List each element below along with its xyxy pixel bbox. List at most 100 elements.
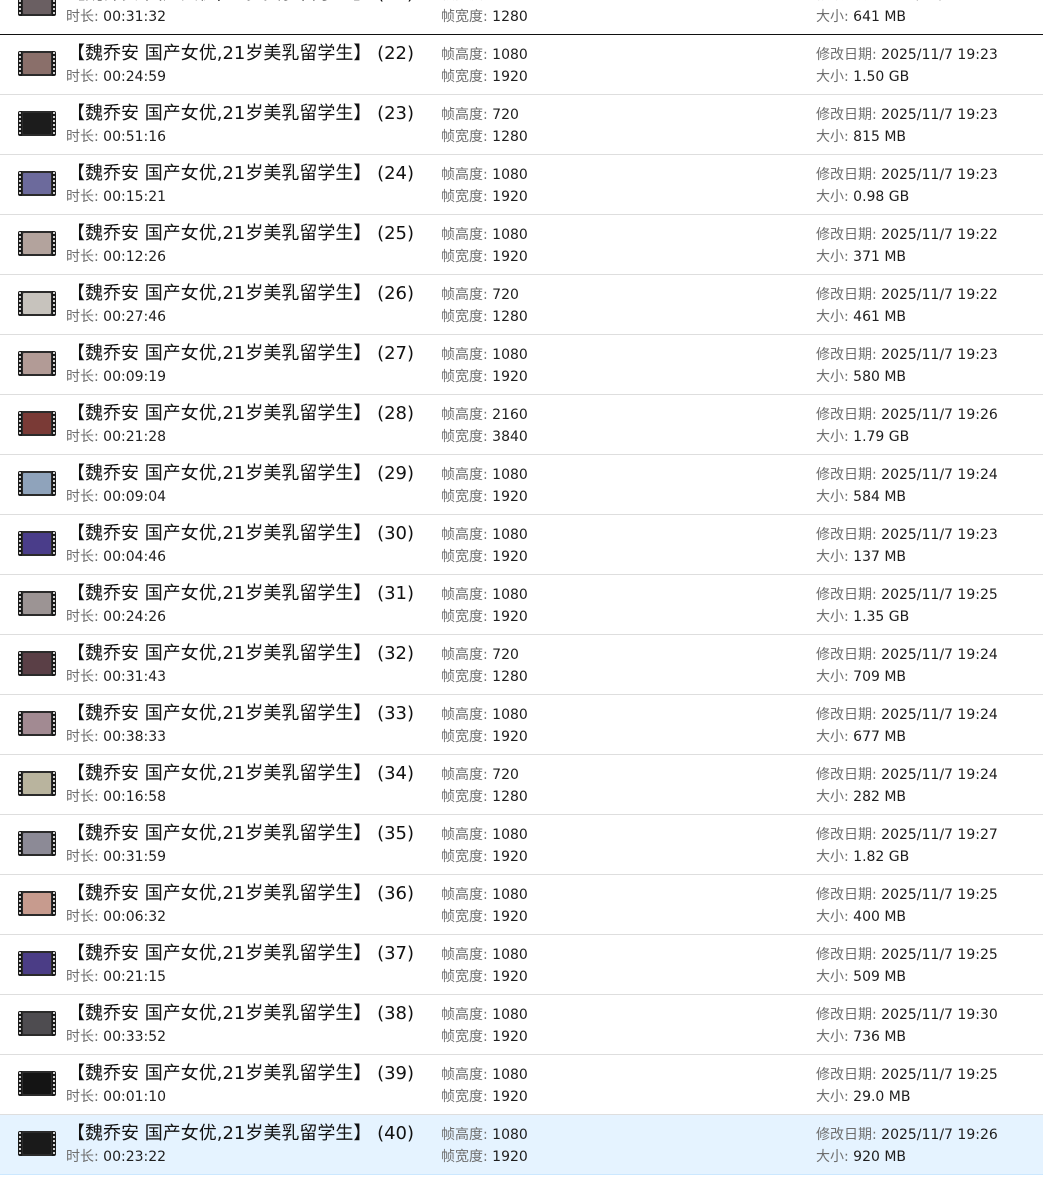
- video-frame: [23, 233, 51, 254]
- video-thumbnail-icon: [18, 1011, 56, 1036]
- frame-width-value: 1280: [492, 309, 528, 325]
- frame-height-value: 2160: [492, 407, 528, 423]
- frame-height-value: 1080: [492, 587, 528, 603]
- file-size-field: 大小: 400 MB: [816, 908, 906, 926]
- frame-height-label: 帧高度:: [441, 587, 493, 603]
- file-row[interactable]: 【魏乔安 国产女优,21岁美乳留学生】 (40) 时长: 00:23:22 帧高度:…: [0, 1115, 1043, 1175]
- video-thumbnail-icon: [18, 711, 56, 736]
- file-size-field: 大小: 584 MB: [816, 488, 906, 506]
- duration-label: 时长:: [66, 909, 104, 925]
- file-row[interactable]: 【魏乔安 国产女优,21岁美乳留学生】 (21) 时长: 00:31:32 帧高度:…: [0, 0, 1043, 35]
- modified-date-value: 2025/11/7 19:24: [881, 647, 998, 663]
- modified-date-value: 2025/11/7 19:25: [881, 947, 998, 963]
- modified-date-field: 修改日期: 2025/11/7 19:23: [816, 526, 998, 544]
- modified-date-label: 修改日期:: [816, 647, 882, 663]
- modified-date-field: 修改日期: 2025/11/7 19:22: [816, 226, 998, 244]
- frame-width-label: 帧宽度:: [441, 1089, 493, 1105]
- video-thumbnail-icon: [18, 231, 56, 256]
- file-row[interactable]: 【魏乔安 国产女优,21岁美乳留学生】 (26) 时长: 00:27:46 帧高度:…: [0, 275, 1043, 335]
- file-row[interactable]: 【魏乔安 国产女优,21岁美乳留学生】 (31) 时长: 00:24:26 帧高度:…: [0, 575, 1043, 635]
- file-row[interactable]: 【魏乔安 国产女优,21岁美乳留学生】 (33) 时长: 00:38:33 帧高度:…: [0, 695, 1043, 755]
- frame-width-label: 帧宽度:: [441, 729, 493, 745]
- file-row[interactable]: 【魏乔安 国产女优,21岁美乳留学生】 (29) 时长: 00:09:04 帧高度:…: [0, 455, 1043, 515]
- file-row[interactable]: 【魏乔安 国产女优,21岁美乳留学生】 (24) 时长: 00:15:21 帧高度:…: [0, 155, 1043, 215]
- file-name: 【魏乔安 国产女优,21岁美乳留学生】 (30): [67, 523, 415, 544]
- frame-height-value: 1080: [492, 227, 528, 243]
- frame-height-field: 帧高度: 1080: [441, 586, 528, 604]
- duration-label: 时长:: [66, 609, 104, 625]
- frame-width-label: 帧宽度:: [441, 1029, 493, 1045]
- duration-field: 时长: 00:23:22: [66, 1148, 166, 1166]
- frame-width-label: 帧宽度:: [441, 369, 493, 385]
- duration-value: 00:33:52: [103, 1029, 167, 1045]
- video-frame: [23, 533, 51, 554]
- file-size-label: 大小:: [816, 849, 854, 865]
- frame-width-value: 1920: [492, 189, 528, 205]
- file-row[interactable]: 【魏乔安 国产女优,21岁美乳留学生】 (36) 时长: 00:06:32 帧高度:…: [0, 875, 1043, 935]
- modified-date-field: 修改日期: 2025/11/7 19:24: [816, 466, 998, 484]
- duration-value: 00:21:28: [103, 429, 167, 445]
- frame-width-value: 1920: [492, 729, 528, 745]
- duration-label: 时长:: [66, 1089, 104, 1105]
- video-thumbnail-icon: [18, 891, 56, 916]
- frame-height-value: 720: [492, 767, 519, 783]
- frame-width-field: 帧宽度: 1920: [441, 608, 528, 626]
- frame-height-field: 帧高度: 1080: [441, 946, 528, 964]
- video-thumbnail-icon: [18, 951, 56, 976]
- file-size-field: 大小: 0.98 GB: [816, 188, 909, 206]
- modified-date-label: 修改日期:: [816, 47, 882, 63]
- file-row[interactable]: 【魏乔安 国产女优,21岁美乳留学生】 (28) 时长: 00:21:28 帧高度:…: [0, 395, 1043, 455]
- file-size-field: 大小: 677 MB: [816, 728, 906, 746]
- modified-date-value: 2025/11/7 19:23: [881, 47, 998, 63]
- file-row[interactable]: 【魏乔安 国产女优,21岁美乳留学生】 (32) 时长: 00:31:43 帧高度:…: [0, 635, 1043, 695]
- file-row[interactable]: 【魏乔安 国产女优,21岁美乳留学生】 (38) 时长: 00:33:52 帧高度:…: [0, 995, 1043, 1055]
- modified-date-field: 修改日期: 2025/11/7 19:23: [816, 166, 998, 184]
- modified-date-field: 修改日期: 2025/11/7 19:25: [816, 886, 998, 904]
- video-frame: [23, 593, 51, 614]
- frame-height-label: 帧高度:: [441, 1127, 493, 1143]
- modified-date-field: 修改日期: 2025/11/7 19:26: [816, 406, 998, 424]
- duration-value: 00:06:32: [103, 909, 167, 925]
- file-row[interactable]: 【魏乔安 国产女优,21岁美乳留学生】 (22) 时长: 00:24:59 帧高度:…: [0, 35, 1043, 95]
- frame-width-field: 帧宽度: 1920: [441, 908, 528, 926]
- file-name: 【魏乔安 国产女优,21岁美乳留学生】 (22): [67, 43, 415, 64]
- duration-field: 时长: 00:21:28: [66, 428, 166, 446]
- modified-date-value: 2025/11/7 19:26: [881, 1127, 998, 1143]
- modified-date-field: 修改日期: 2025/11/7 19:24: [816, 706, 998, 724]
- file-row[interactable]: 【魏乔安 国产女优,21岁美乳留学生】 (35) 时长: 00:31:59 帧高度:…: [0, 815, 1043, 875]
- file-row[interactable]: 【魏乔安 国产女优,21岁美乳留学生】 (25) 时长: 00:12:26 帧高度:…: [0, 215, 1043, 275]
- video-frame: [23, 293, 51, 314]
- duration-label: 时长:: [66, 849, 104, 865]
- frame-height-field: 帧高度: 1080: [441, 1126, 528, 1144]
- duration-label: 时长:: [66, 189, 104, 205]
- duration-value: 00:09:04: [103, 489, 167, 505]
- modified-date-field: 修改日期: 2025/11/7 19:23: [816, 106, 998, 124]
- video-frame: [23, 353, 51, 374]
- file-size-value: 920 MB: [853, 1149, 907, 1165]
- modified-date-value: 2025/11/7 19:22: [881, 287, 998, 303]
- frame-width-field: 帧宽度: 1920: [441, 728, 528, 746]
- file-size-value: 641 MB: [853, 9, 907, 25]
- frame-width-field: 帧宽度: 1920: [441, 488, 528, 506]
- frame-width-label: 帧宽度:: [441, 909, 493, 925]
- frame-width-value: 1920: [492, 369, 528, 385]
- file-name: 【魏乔安 国产女优,21岁美乳留学生】 (28): [67, 403, 415, 424]
- frame-width-value: 1920: [492, 609, 528, 625]
- modified-date-label: 修改日期:: [816, 827, 882, 843]
- file-row[interactable]: 【魏乔安 国产女优,21岁美乳留学生】 (39) 时长: 00:01:10 帧高度:…: [0, 1055, 1043, 1115]
- modified-date-value: 2025/11/7 19:22: [881, 227, 998, 243]
- file-row[interactable]: 【魏乔安 国产女优,21岁美乳留学生】 (23) 时长: 00:51:16 帧高度:…: [0, 95, 1043, 155]
- file-row[interactable]: 【魏乔安 国产女优,21岁美乳留学生】 (37) 时长: 00:21:15 帧高度:…: [0, 935, 1043, 995]
- duration-label: 时长:: [66, 429, 104, 445]
- file-row[interactable]: 【魏乔安 国产女优,21岁美乳留学生】 (30) 时长: 00:04:46 帧高度:…: [0, 515, 1043, 575]
- frame-height-field: 帧高度: 1080: [441, 1066, 528, 1084]
- file-row[interactable]: 【魏乔安 国产女优,21岁美乳留学生】 (34) 时长: 00:16:58 帧高度:…: [0, 755, 1043, 815]
- file-name: 【魏乔安 国产女优,21岁美乳留学生】 (35): [67, 823, 415, 844]
- file-row[interactable]: 【魏乔安 国产女优,21岁美乳留学生】 (27) 时长: 00:09:19 帧高度:…: [0, 335, 1043, 395]
- frame-width-value: 1920: [492, 489, 528, 505]
- frame-height-value: 1080: [492, 167, 528, 183]
- file-size-value: 580 MB: [853, 369, 907, 385]
- file-size-value: 1.50 GB: [853, 69, 910, 85]
- file-size-field: 大小: 815 MB: [816, 128, 906, 146]
- file-name: 【魏乔安 国产女优,21岁美乳留学生】 (34): [67, 763, 415, 784]
